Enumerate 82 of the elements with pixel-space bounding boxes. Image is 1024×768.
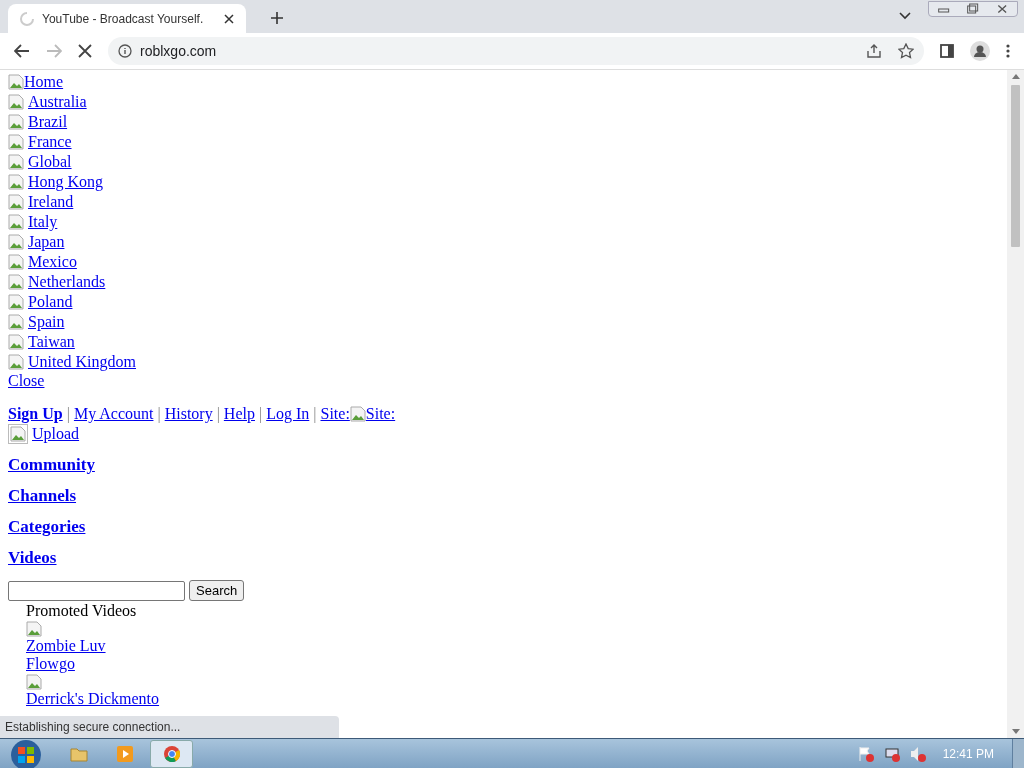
tab-title: YouTube - Broadcast Yourself. (42, 10, 205, 28)
section-heading-link[interactable]: Videos (8, 548, 57, 567)
back-icon[interactable] (14, 44, 30, 58)
flag-image-icon (8, 254, 24, 270)
video-link[interactable]: Derrick's Dickmento (26, 690, 160, 707)
video-link[interactable]: Zombie Luv (26, 637, 106, 654)
flag-image-icon (8, 314, 24, 330)
country-link[interactable]: Global (28, 152, 72, 172)
nav-link[interactable]: Log In (266, 404, 310, 424)
flag-image-icon (8, 274, 24, 290)
nav-link[interactable]: Sign Up (8, 404, 63, 424)
separator: | (215, 404, 221, 424)
section-heading-link[interactable]: Community (8, 455, 95, 474)
country-link[interactable]: Italy (28, 212, 58, 232)
flag-image-icon (8, 154, 24, 170)
thumbnail-image-icon (26, 674, 42, 690)
country-link[interactable]: France (28, 132, 72, 152)
nav-link[interactable]: History (164, 404, 213, 424)
broken-image-icon (8, 74, 24, 90)
nav-link[interactable]: Help (223, 404, 255, 424)
share-icon[interactable] (866, 43, 882, 59)
thumbnail-image-icon (26, 621, 42, 637)
flag-image-icon (8, 214, 24, 230)
scroll-thumb[interactable] (1011, 85, 1020, 247)
country-link[interactable]: Spain (28, 312, 65, 332)
menu-icon[interactable] (1006, 44, 1010, 58)
country-link[interactable]: Mexico (28, 252, 77, 272)
country-link[interactable]: Netherlands (28, 272, 106, 292)
stop-icon[interactable] (78, 44, 92, 58)
browser-tab[interactable]: YouTube - Broadcast Yourself. (8, 4, 246, 33)
status-bubble: Establishing secure connection... (0, 716, 339, 738)
search-field[interactable] (8, 580, 185, 601)
side-panel-icon[interactable] (940, 44, 954, 58)
separator: | (65, 404, 71, 424)
separator: | (257, 404, 264, 424)
site-image-link[interactable]: Site: (365, 404, 396, 424)
profile-icon[interactable] (970, 41, 990, 61)
broken-image-icon (349, 406, 366, 422)
country-link[interactable]: Hong Kong (28, 172, 104, 192)
scroll-up-icon[interactable] (1011, 74, 1020, 79)
taskbar-button[interactable] (150, 739, 193, 768)
flag-image-icon (8, 234, 24, 250)
broken-image-icon (10, 426, 26, 442)
search-button[interactable]: Search (189, 580, 245, 601)
address-bar[interactable]: roblxgo.com (108, 37, 924, 65)
flag-image-icon (8, 94, 24, 110)
browser-icon (163, 745, 180, 762)
flag-error-icon[interactable] (856, 744, 875, 763)
section-heading-link[interactable]: Categories (8, 517, 86, 536)
separator: | (312, 404, 318, 424)
flag-image-icon (8, 134, 24, 150)
flag-image-icon (8, 294, 24, 310)
home-link[interactable]: Home (24, 72, 64, 92)
close-icon[interactable] (224, 13, 234, 24)
section-heading-link[interactable]: Channels (8, 486, 77, 505)
country-link[interactable]: Taiwan (28, 332, 75, 352)
flag-image-icon (8, 194, 24, 210)
separator: | (156, 404, 162, 424)
upload-link[interactable]: Upload (32, 424, 80, 444)
country-link[interactable]: Australia (28, 92, 87, 112)
country-link[interactable]: Ireland (28, 192, 74, 212)
info-icon[interactable] (118, 44, 132, 58)
country-link[interactable]: United Kingdom (28, 352, 136, 372)
chevron-down-icon[interactable] (899, 12, 911, 20)
scroll-down-icon[interactable] (1011, 729, 1020, 734)
scrollbar[interactable] (1007, 70, 1024, 738)
flag-image-icon (8, 114, 24, 130)
nav-link[interactable]: Site: (320, 404, 350, 424)
flag-image-icon (8, 334, 24, 350)
url-text: roblxgo.com (140, 41, 218, 61)
new-tab-icon[interactable] (271, 12, 283, 24)
star-icon[interactable] (898, 43, 914, 59)
flag-image-icon (8, 174, 24, 190)
flag-image-icon (8, 354, 24, 370)
nav-link[interactable]: My Account (73, 404, 154, 424)
country-link[interactable]: Brazil (28, 112, 68, 132)
close-link[interactable]: Close (8, 372, 45, 389)
country-link[interactable]: Poland (28, 292, 73, 312)
media-player-icon[interactable] (116, 744, 134, 763)
country-link[interactable]: Japan (28, 232, 65, 252)
promoted-title: Promoted Videos (26, 602, 137, 619)
video-link[interactable]: Flowgo (26, 655, 75, 672)
